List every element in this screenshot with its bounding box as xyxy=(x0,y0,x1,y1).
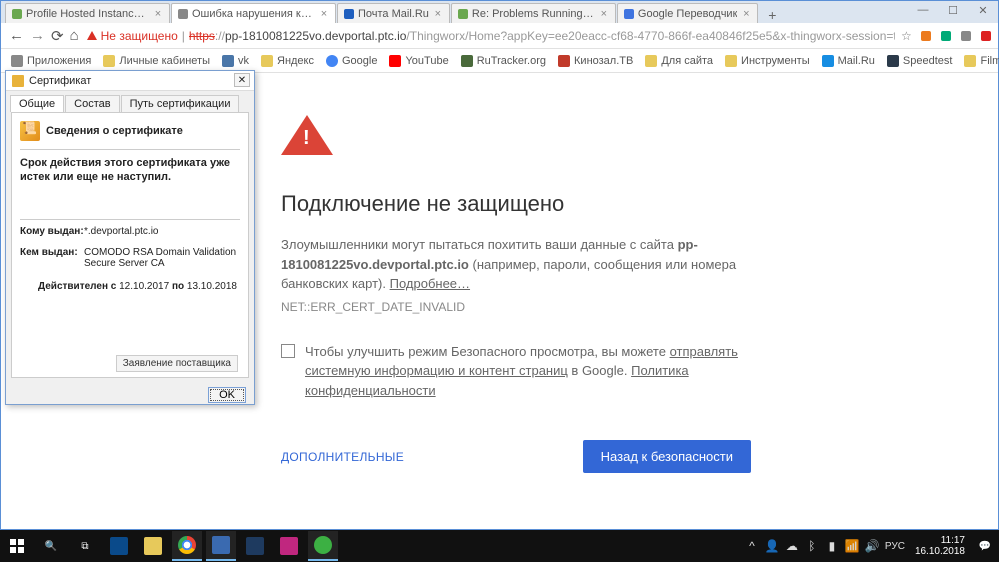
issued-to-value: *.devportal.ptc.io xyxy=(84,226,240,237)
cert-info-heading: Сведения о сертификате xyxy=(46,125,183,137)
favicon xyxy=(12,9,22,19)
cert-tab-general[interactable]: Общие xyxy=(10,95,64,112)
insecure-icon xyxy=(87,31,97,40)
battery-icon[interactable]: ▮ xyxy=(825,539,839,553)
people-icon[interactable]: 👤 xyxy=(765,539,779,553)
issued-by-value: COMODO RSA Domain Validation Secure Serv… xyxy=(84,247,240,269)
close-icon[interactable]: × xyxy=(153,9,163,19)
back-to-safety-button[interactable]: Назад к безопасности xyxy=(583,440,751,473)
cert-info-icon xyxy=(20,121,40,141)
warning-heading: Подключение не защищено xyxy=(281,191,751,217)
taskbar-app[interactable] xyxy=(206,531,236,561)
ok-button[interactable]: OK xyxy=(208,387,246,403)
wifi-icon[interactable]: 📶 xyxy=(845,539,859,553)
taskbar-app[interactable] xyxy=(104,531,134,561)
window-minimize[interactable]: — xyxy=(908,1,938,19)
favicon xyxy=(344,9,354,19)
bookmark[interactable]: Личные кабинеты xyxy=(103,55,210,67)
tray-icon[interactable]: ☁ xyxy=(785,539,799,553)
nav-home[interactable]: ⌂ xyxy=(70,27,79,45)
window-maximize[interactable]: ☐ xyxy=(938,1,968,19)
new-tab-button[interactable]: + xyxy=(763,7,781,23)
bookmark[interactable]: Инструменты xyxy=(725,55,810,67)
nav-back[interactable]: ← xyxy=(9,27,24,45)
bookmark-apps[interactable]: Приложения xyxy=(11,55,91,67)
bookmark[interactable]: Для сайта xyxy=(645,55,713,67)
advanced-button[interactable]: ДОПОЛНИТЕЛЬНЫЕ xyxy=(281,450,404,464)
dialog-close-button[interactable]: ✕ xyxy=(234,73,250,87)
taskbar-app[interactable] xyxy=(308,531,338,561)
error-code: NET::ERR_CERT_DATE_INVALID xyxy=(281,300,751,314)
tab-2[interactable]: Почта Mail.Ru× xyxy=(337,3,450,23)
dialog-title-bar[interactable]: Сертификат ✕ xyxy=(6,71,254,91)
star-icon[interactable]: ☆ xyxy=(899,29,913,43)
certificate-dialog: Сертификат ✕ Общие Состав Путь сертифика… xyxy=(5,70,255,405)
url-text: https://pp-1810081225vo.devportal.ptc.io… xyxy=(189,29,895,43)
ext-icon[interactable] xyxy=(959,29,973,43)
bookmark[interactable]: vk xyxy=(222,55,249,67)
volume-icon[interactable]: 🔊 xyxy=(865,539,879,553)
taskbar-app[interactable] xyxy=(138,531,168,561)
ext-icon[interactable] xyxy=(979,29,993,43)
nav-reload[interactable]: ⟳ xyxy=(51,27,64,45)
tab-strip: Profile Hosted Instances | Develo× Ошибк… xyxy=(1,1,998,23)
close-icon[interactable]: × xyxy=(433,9,443,19)
lang-indicator[interactable]: РУС xyxy=(885,539,905,553)
clock[interactable]: 11:17 16.10.2018 xyxy=(911,535,969,557)
taskbar-app[interactable] xyxy=(240,531,270,561)
nav-forward[interactable]: → xyxy=(30,27,45,45)
cert-error-text: Срок действия этого сертификата уже исте… xyxy=(20,156,240,185)
search-button[interactable]: 🔍 xyxy=(36,531,66,561)
close-icon[interactable]: × xyxy=(741,9,751,19)
nav-bar: ← → ⟳ ⌂ Не защищено | https://pp-1810081… xyxy=(1,23,998,49)
bookmark[interactable]: Speedtest xyxy=(887,55,953,67)
bookmark[interactable]: RuTracker.org xyxy=(461,55,546,67)
address-bar[interactable]: Не защищено | https://pp-1810081225vo.de… xyxy=(85,26,999,46)
start-button[interactable] xyxy=(2,531,32,561)
cert-tab-path[interactable]: Путь сертификации xyxy=(121,95,240,112)
validity-text: Действителен с 12.10.2017 по 13.10.2018 xyxy=(20,281,240,292)
cert-icon xyxy=(12,75,24,87)
tab-1[interactable]: Ошибка нарушения конфиденциал× xyxy=(171,3,336,23)
bookmark[interactable]: Google xyxy=(326,55,377,67)
tab-4[interactable]: Google Переводчик× xyxy=(617,3,759,23)
dialog-title: Сертификат xyxy=(29,75,91,87)
close-icon[interactable]: × xyxy=(319,9,329,19)
bluetooth-icon[interactable]: ᛒ xyxy=(805,539,819,553)
learn-more-link[interactable]: Подробнее… xyxy=(390,276,470,291)
taskbar-chrome[interactable] xyxy=(172,531,202,561)
bookmark[interactable]: Mail.Ru xyxy=(822,55,875,67)
improve-text: Чтобы улучшить режим Безопасного просмот… xyxy=(305,342,751,401)
bookmark[interactable]: Кинозал.ТВ xyxy=(558,55,633,67)
issuer-statement-button[interactable]: Заявление поставщика xyxy=(116,355,238,372)
cert-tab-details[interactable]: Состав xyxy=(65,95,119,112)
task-view-button[interactable]: ⧉ xyxy=(70,531,100,561)
favicon xyxy=(624,9,634,19)
warning-triangle-icon xyxy=(281,115,327,155)
ext-icon[interactable] xyxy=(939,29,953,43)
tray-overflow[interactable]: ^ xyxy=(745,539,759,553)
warning-text: Злоумышленники могут пытаться похитить в… xyxy=(281,235,751,294)
favicon xyxy=(458,9,468,19)
insecure-label: Не защищено xyxy=(101,29,178,43)
tab-0[interactable]: Profile Hosted Instances | Develo× xyxy=(5,3,170,23)
taskbar-app[interactable] xyxy=(274,531,304,561)
ext-icon[interactable] xyxy=(919,29,933,43)
tab-3[interactable]: Re: Problems Running ThingWor× xyxy=(451,3,616,23)
improve-checkbox[interactable] xyxy=(281,344,295,358)
bookmark[interactable]: Яндекс xyxy=(261,55,314,67)
bookmark[interactable]: YouTube xyxy=(389,55,448,67)
bookmark[interactable]: Films xyxy=(964,55,999,67)
window-close[interactable]: ✕ xyxy=(968,1,998,19)
taskbar: 🔍 ⧉ ^ 👤 ☁ ᛒ ▮ 📶 🔊 РУС 11:17 16.10.2018 💬 xyxy=(0,530,999,562)
notifications-icon[interactable]: 💬 xyxy=(975,536,995,556)
favicon xyxy=(178,9,188,19)
close-icon[interactable]: × xyxy=(599,9,609,19)
